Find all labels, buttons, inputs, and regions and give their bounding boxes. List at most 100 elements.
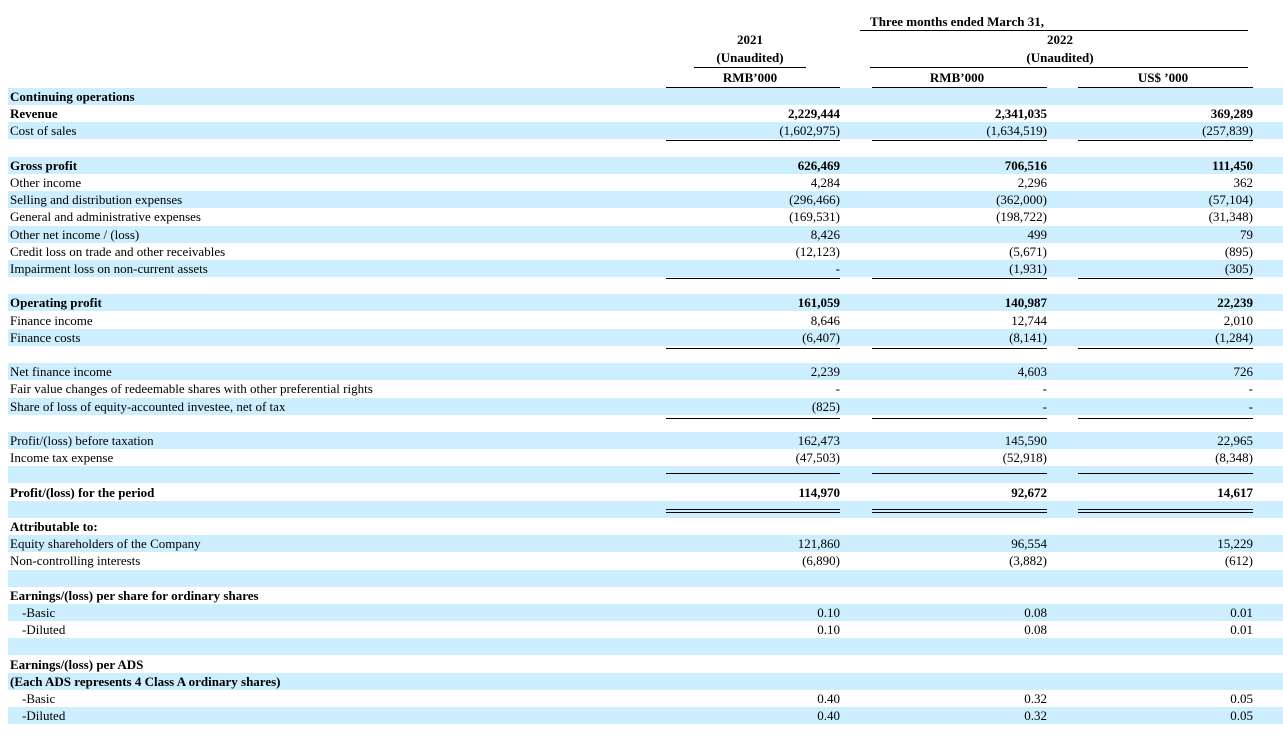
row-value-c2: (198,722) [996,209,1047,225]
row-label: Credit loss on trade and other receivabl… [10,243,226,259]
row-value-c2: (8,141) [1009,329,1047,345]
row-value-c1: 114,970 [798,484,840,500]
row-value-c2: 12,744 [1011,312,1047,328]
row-value-c3: 0.01 [1230,605,1253,620]
row-label: Selling and distribution expenses [10,192,183,208]
row-value-c2: 499 [1027,226,1048,242]
row-label: Operating profit [10,295,102,311]
row-value-c2: 92,672 [1011,484,1047,500]
table-row: Finance costs (6,407) (8,141) (1,284) [8,328,1283,346]
row-value-c3: 726 [1233,364,1254,380]
row-value-c3: 22,965 [1217,433,1253,448]
row-label: (Each ADS represents 4 Class A ordinary … [10,673,281,689]
row-value-c2: 145,590 [1004,433,1047,448]
row-value-c3: 14,617 [1217,484,1253,500]
row-value-c2: 140,987 [1004,295,1047,311]
col1-unit-header: RMB’000 [722,70,778,85]
row-label: Finance costs [10,329,81,345]
row-value-c3: (31,348) [1208,209,1253,225]
row-label: Equity shareholders of the Company [10,536,201,552]
row-value-c3: 369,289 [1210,106,1253,122]
row-value-c2: (362,000) [996,192,1047,208]
row-value-c2: (52,918) [1002,450,1047,466]
row-value-c3: (305) [1224,261,1253,276]
year-2021-header: 2021 [737,32,763,47]
row-value-c3: 22,239 [1217,295,1253,311]
row-label: Profit/(loss) for the period [10,484,155,500]
row-value-c3: (612) [1224,553,1253,569]
table-row: Impairment loss on non-current assets - (1… [8,260,1283,277]
row-label: Cost of sales [10,123,77,139]
row-value-c1: 2,239 [810,364,840,380]
unaudited-2022-label: (Unaudited) [1026,50,1094,65]
row-value-c3: 0.05 [1230,708,1253,724]
row-value-c2: - [1042,381,1047,397]
table-row: Other net income / (loss) 8,426 499 79 [8,225,1283,243]
row-label: -Diluted [22,622,66,638]
spacer-row [8,569,1283,587]
table-row: Revenue 2,229,444 2,341,035 369,289 [8,105,1283,122]
row-label: Gross profit [10,157,78,173]
table-row: Attributable to: [8,518,1283,535]
row-value-c2: 2,296 [1017,175,1047,190]
row-value-c1: (825) [811,398,840,414]
row-value-c1: 0.10 [817,622,840,638]
row-value-c3: - [1248,381,1253,397]
table-row: General and administrative expenses (169,… [8,208,1283,225]
row-value-c2: 96,554 [1011,536,1047,552]
table-row: Fair value changes of redeemable shares … [8,380,1283,397]
row-label: Other income [10,175,82,190]
row-value-c3: 0.05 [1230,691,1253,706]
row-label: Attributable to: [10,519,98,534]
row-value-c3: (257,839) [1202,123,1253,139]
row-value-c3: (57,104) [1208,192,1253,208]
table-row: Equity shareholders of the Company 121,86… [8,535,1283,553]
table-row: (Each ADS represents 4 Class A ordinary … [8,672,1283,690]
row-value-c1: (1,602,975) [779,123,840,139]
table-row: Income tax expense (47,503) (52,918) (8,348… [8,449,1283,466]
row-value-c2: 4,603 [1017,364,1047,380]
row-value-c3: - [1248,398,1253,414]
table-row: Net finance income 2,239 4,603 726 [8,363,1283,381]
table-row: Cost of sales (1,602,975) (1,634,519) (257,… [8,122,1283,140]
row-value-c1: (296,466) [789,192,840,208]
row-value-c3: (8,348) [1215,450,1253,466]
table-row: Profit/(loss) before taxation 162,473 145,… [8,432,1283,449]
row-label: -Diluted [22,708,66,724]
row-value-c1: (12,123) [795,243,840,259]
row-value-c1: 2,229,444 [788,106,840,122]
row-value-c2: (1,634,519) [986,123,1047,139]
row-label: Income tax expense [10,450,114,466]
row-value-c1: 162,473 [797,433,840,448]
row-value-c3: 2,010 [1223,312,1253,328]
row-value-c1: 4,284 [810,175,840,190]
row-value-c3: 15,229 [1217,536,1253,552]
spacer-row [8,638,1283,656]
period-header: Three months ended March 31, [870,14,1044,29]
row-value-c2: 706,516 [1004,157,1047,173]
spacer-row [8,277,1283,294]
row-label: Earnings/(loss) per ADS [10,656,144,672]
row-value-c1: (169,531) [789,209,840,225]
row-value-c1: 0.40 [817,708,840,724]
row-value-c2: 0.08 [1024,622,1047,638]
col1-header-rule [694,67,806,68]
row-value-c1: 121,860 [797,536,840,552]
row-label: Share of loss of equity-accounted invest… [10,398,286,414]
unaudited-2021-label: (Unaudited) [716,50,784,65]
row-value-c1: (6,407) [802,329,840,345]
row-value-c1: - [835,381,840,397]
row-label: General and administrative expenses [10,209,201,225]
table-row: Selling and distribution expenses (296,46… [8,191,1283,209]
row-value-c3: 111,450 [1212,157,1253,173]
row-value-c1: 8,426 [810,226,840,242]
row-value-c1: 0.10 [817,605,840,620]
table-row: -Diluted 0.40 0.32 0.05 [8,707,1283,725]
table-row: Earnings/(loss) per ADS [8,656,1283,673]
row-value-c3: 362 [1233,175,1254,190]
period-rule [860,30,1248,31]
row-value-c3: 79 [1240,226,1253,242]
table-row: Non-controlling interests (6,890) (3,882) (… [8,552,1283,569]
row-label: Earnings/(loss) per share for ordinary s… [10,587,259,603]
spacer-row [8,140,1283,157]
